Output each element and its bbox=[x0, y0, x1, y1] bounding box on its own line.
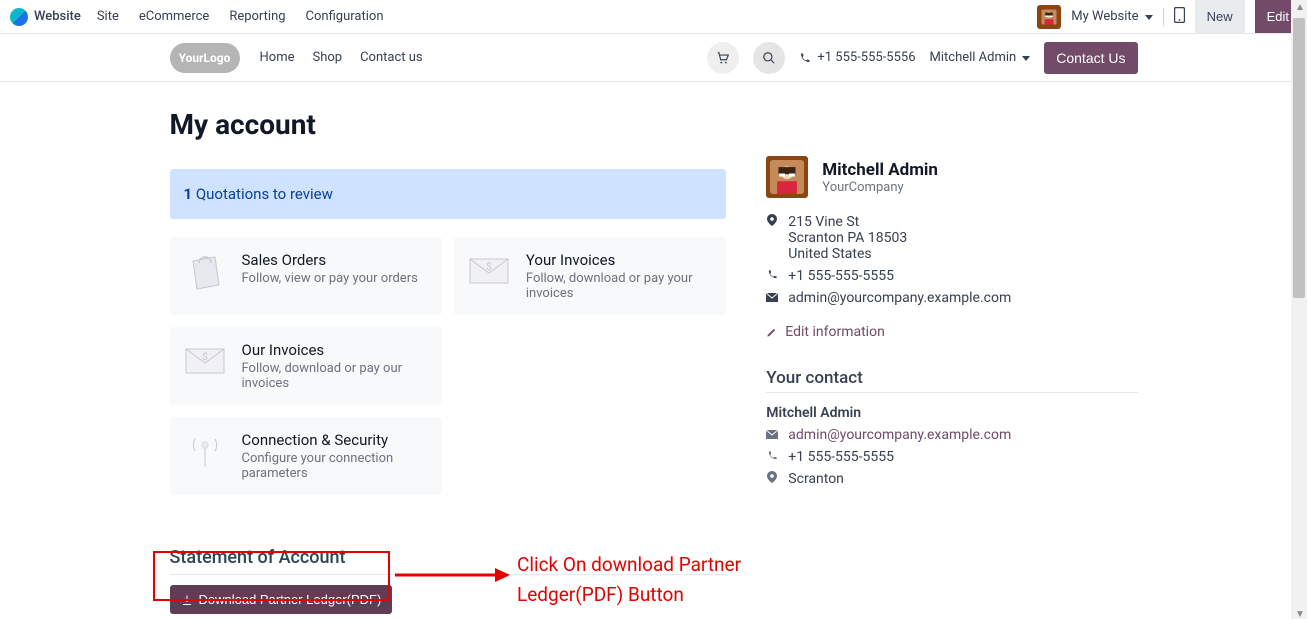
scrollbar[interactable]: ▲ ▼ bbox=[1291, 0, 1307, 619]
profile-block: Mitchell Admin YourCompany bbox=[766, 156, 1137, 198]
envelope-icon bbox=[766, 427, 778, 443]
chevron-down-icon bbox=[1022, 56, 1030, 61]
svg-text:$: $ bbox=[486, 260, 492, 273]
mobile-icon[interactable] bbox=[1174, 7, 1185, 27]
card-title: Our Invoices bbox=[242, 341, 428, 359]
annotation-box bbox=[153, 551, 390, 601]
antenna-icon bbox=[184, 429, 226, 473]
contact-phone: +1 555-555-5555 bbox=[766, 449, 1137, 465]
nav-home[interactable]: Home bbox=[260, 50, 295, 65]
page-title: My account bbox=[170, 108, 727, 141]
map-marker-icon bbox=[766, 471, 778, 487]
card-connection-security[interactable]: Connection & Security Configure your con… bbox=[170, 417, 442, 495]
brand-label: Website bbox=[34, 9, 81, 24]
phone-icon bbox=[766, 449, 778, 465]
menu-ecommerce[interactable]: eCommerce bbox=[139, 9, 209, 24]
main-content: My account 1 Quotations to review Sales … bbox=[170, 82, 1138, 619]
your-contact-title: Your contact bbox=[766, 368, 1137, 388]
contact-city-text: Scranton bbox=[788, 471, 844, 487]
phone-icon bbox=[799, 52, 811, 64]
quotations-alert[interactable]: 1 Quotations to review bbox=[170, 169, 727, 219]
user-menu[interactable]: Mitchell Admin bbox=[930, 50, 1031, 65]
menu-site[interactable]: Site bbox=[97, 9, 119, 24]
contact-city: Scranton bbox=[766, 471, 1137, 487]
card-sales-orders[interactable]: Sales Orders Follow, view or pay your or… bbox=[170, 237, 442, 315]
card-title: Sales Orders bbox=[242, 251, 428, 269]
user-menu-name: Mitchell Admin bbox=[930, 50, 1017, 65]
search-icon bbox=[762, 51, 776, 65]
contact-email: admin@yourcompany.example.com bbox=[766, 427, 1137, 443]
pencil-icon bbox=[766, 327, 777, 338]
card-sub: Follow, download or pay our invoices bbox=[242, 361, 428, 391]
header-phone-number: +1 555-555-5556 bbox=[817, 50, 915, 65]
card-our-invoices[interactable]: $ Our Invoices Follow, download or pay o… bbox=[170, 327, 442, 405]
profile-email-text: admin@yourcompany.example.com bbox=[788, 290, 1011, 306]
header-phone: +1 555-555-5556 bbox=[799, 50, 915, 65]
map-marker-icon bbox=[766, 214, 778, 230]
menu-reporting[interactable]: Reporting bbox=[229, 9, 285, 24]
avatar-icon bbox=[1040, 8, 1058, 26]
contact-name: Mitchell Admin bbox=[766, 405, 1137, 421]
menu-configuration[interactable]: Configuration bbox=[306, 9, 384, 24]
edit-information-link[interactable]: Edit information bbox=[766, 324, 1137, 340]
app-brand[interactable]: Website bbox=[10, 8, 81, 26]
profile-address: 215 Vine St Scranton PA 18503 United Sta… bbox=[766, 214, 1137, 262]
site-header: YourLogo Home Shop Contact us +1 555-555… bbox=[0, 34, 1307, 82]
svg-text:$: $ bbox=[202, 350, 208, 363]
invoice-icon: $ bbox=[184, 339, 226, 383]
divider bbox=[1163, 8, 1164, 26]
addr-line-3: United States bbox=[788, 246, 871, 262]
profile-email: admin@yourcompany.example.com bbox=[766, 290, 1137, 306]
cart-button[interactable] bbox=[707, 42, 739, 74]
cart-icon bbox=[716, 51, 730, 65]
avatar[interactable] bbox=[1037, 5, 1061, 29]
divider bbox=[766, 392, 1137, 393]
site-nav: Home Shop Contact us bbox=[260, 50, 423, 65]
admin-bar: Website Site eCommerce Reporting Configu… bbox=[0, 0, 1307, 34]
contact-email-text: admin@yourcompany.example.com bbox=[788, 427, 1011, 443]
edit-link-text: Edit information bbox=[785, 324, 885, 340]
odoo-logo-icon bbox=[10, 8, 28, 26]
new-button[interactable]: New bbox=[1195, 0, 1245, 33]
card-sub: Follow, download or pay your invoices bbox=[526, 271, 712, 301]
search-button[interactable] bbox=[753, 42, 785, 74]
card-title: Your Invoices bbox=[526, 251, 712, 269]
contact-phone-text: +1 555-555-5555 bbox=[788, 449, 894, 465]
invoice-icon: $ bbox=[468, 249, 510, 293]
profile-phone: +1 555-555-5555 bbox=[766, 268, 1137, 284]
nav-shop[interactable]: Shop bbox=[312, 50, 342, 65]
site-selector[interactable]: My Website bbox=[1071, 9, 1152, 24]
card-sub: Follow, view or pay your orders bbox=[242, 271, 428, 286]
card-title: Connection & Security bbox=[242, 431, 428, 449]
envelope-icon bbox=[766, 290, 778, 306]
card-sub: Configure your connection parameters bbox=[242, 451, 428, 481]
profile-name: Mitchell Admin bbox=[822, 160, 938, 180]
avatar-icon bbox=[770, 160, 804, 194]
admin-menu: Site eCommerce Reporting Configuration bbox=[97, 9, 384, 24]
annotation-arrow-icon bbox=[395, 566, 510, 584]
addr-line-2: Scranton PA 18503 bbox=[788, 230, 907, 246]
quotations-text: Quotations to review bbox=[196, 185, 333, 203]
quotations-count: 1 bbox=[184, 185, 193, 203]
addr-line-1: 215 Vine St bbox=[788, 214, 859, 230]
bag-icon bbox=[184, 249, 226, 293]
scroll-down-icon[interactable]: ▼ bbox=[1295, 609, 1303, 617]
site-logo[interactable]: YourLogo bbox=[170, 43, 240, 73]
profile-info: 215 Vine St Scranton PA 18503 United Sta… bbox=[766, 214, 1137, 306]
contact-info: admin@yourcompany.example.com +1 555-555… bbox=[766, 427, 1137, 487]
scrollbar-thumb[interactable] bbox=[1293, 18, 1305, 298]
phone-icon bbox=[766, 268, 778, 284]
card-your-invoices[interactable]: $ Your Invoices Follow, download or pay … bbox=[454, 237, 726, 315]
avatar bbox=[766, 156, 808, 198]
nav-contact[interactable]: Contact us bbox=[360, 50, 423, 65]
annotation-text: Click On download Partner Ledger(PDF) Bu… bbox=[517, 550, 777, 611]
scroll-up-icon[interactable]: ▲ bbox=[1295, 2, 1303, 10]
profile-phone-number: +1 555-555-5555 bbox=[788, 268, 894, 284]
site-name: My Website bbox=[1071, 9, 1138, 24]
chevron-down-icon bbox=[1145, 15, 1153, 20]
contact-us-button[interactable]: Contact Us bbox=[1044, 42, 1137, 74]
profile-company: YourCompany bbox=[822, 180, 938, 195]
